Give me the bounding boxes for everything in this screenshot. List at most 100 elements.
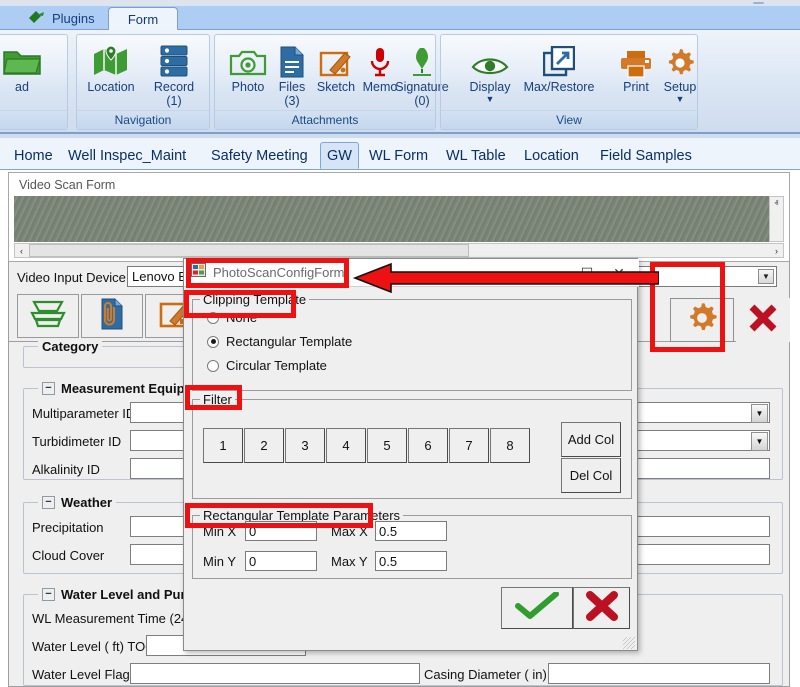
category-label: Category — [42, 339, 98, 354]
chevron-down-icon[interactable]: ▼ — [486, 95, 495, 103]
filter-button-6[interactable]: 6 — [408, 428, 448, 463]
dialog-window-buttons: — ☐ ✕ — [539, 259, 635, 287]
filter-button-1[interactable]: 1 — [203, 428, 243, 463]
max-x-input[interactable]: 0.5 — [375, 521, 447, 541]
close-scan-button[interactable] — [736, 298, 790, 342]
ribbon-item-print-label: Print — [623, 80, 649, 94]
ribbon-group-left-title — [0, 110, 67, 129]
filter-button-5[interactable]: 5 — [367, 428, 407, 463]
ribbon-tab-form-label: Form — [128, 12, 158, 27]
collapse-icon[interactable]: − — [42, 588, 55, 601]
scrollbar-thumb[interactable] — [29, 244, 469, 257]
ribbon-item-load-label: ad — [15, 80, 29, 94]
dialog-title: PhotoScanConfigForm — [213, 265, 345, 280]
maximize-button[interactable]: ☐ — [571, 259, 603, 287]
ribbon-group-attachments-title: Attachments — [215, 110, 435, 129]
ribbon-item-record-label: Record — [154, 80, 194, 94]
scanner-button[interactable] — [17, 294, 79, 338]
ribbon-tab-form[interactable]: Form — [108, 7, 178, 30]
filter-button-2[interactable]: 2 — [244, 428, 284, 463]
radio-circle-selected-icon — [207, 336, 219, 348]
weather-title: Weather — [61, 495, 112, 510]
ribbon-item-setup[interactable]: Setup ▼ — [649, 38, 711, 112]
scroll-up-icon[interactable]: ⱏ — [770, 197, 783, 210]
sketch-icon — [319, 38, 353, 78]
filter-button-4[interactable]: 4 — [326, 428, 366, 463]
ribbon-item-location[interactable]: Location — [80, 38, 142, 112]
ribbon-tab-plugins-label: Plugins — [52, 11, 95, 26]
ribbon-group-navigation-title: Navigation — [77, 110, 209, 129]
casing-diameter-label: Casing Diameter ( in) — [424, 667, 547, 682]
chevron-down-icon[interactable]: ▼ — [676, 95, 685, 103]
casing-diameter-input[interactable] — [548, 663, 770, 684]
minimize-button[interactable]: — — [539, 259, 571, 287]
water-level-flag-input[interactable] — [130, 663, 420, 684]
ribbon-tab-plugins[interactable]: Plugins — [14, 7, 109, 30]
water-level-flag-label: Water Level Flag — [32, 667, 130, 682]
radio-circle-icon — [207, 360, 219, 372]
filter-button-3[interactable]: 3 — [285, 428, 325, 463]
folder-icon — [2, 38, 42, 78]
filter-group: Filter 1 2 3 4 5 6 7 8 Add Col Del Col — [192, 399, 632, 499]
setup-gear-button[interactable] — [670, 298, 734, 342]
ribbon-item-max-restore-label: Max/Restore — [524, 80, 595, 94]
add-col-button[interactable]: Add Col — [561, 422, 621, 457]
eye-icon — [471, 38, 509, 78]
dialog-titlebar[interactable]: PhotoScanConfigForm — ☐ ✕ — [184, 259, 639, 287]
collapse-icon[interactable]: − — [42, 382, 55, 395]
page-tab-wl-table-label: WL Table — [446, 148, 506, 164]
max-y-input[interactable]: 0.5 — [375, 551, 447, 571]
ribbon-item-display-label: Display — [470, 80, 511, 94]
radio-rectangular-template-label: Rectangular Template — [226, 334, 352, 349]
filter-button-8[interactable]: 8 — [490, 428, 530, 463]
vertical-scrollbar[interactable]: ⱏ ⱟ — [769, 196, 784, 242]
page-tab-wl-table[interactable]: WL Table — [440, 142, 512, 169]
filter-button-7[interactable]: 7 — [449, 428, 489, 463]
ribbon-item-load[interactable]: ad — [0, 38, 53, 112]
radio-circle-icon — [207, 312, 219, 324]
scroll-down-icon[interactable]: ⱟ — [770, 228, 783, 241]
min-x-input[interactable]: 0 — [245, 521, 317, 541]
page-tab-location[interactable]: Location — [518, 142, 585, 169]
dialog-cancel-button[interactable] — [573, 587, 630, 629]
del-col-button[interactable]: Del Col — [561, 458, 621, 493]
radio-circular-template-label: Circular Template — [226, 358, 327, 373]
water-level-toc-label: Water Level ( ft) TOC — [32, 639, 155, 654]
window-minimize-icon[interactable] — [753, 2, 764, 4]
turbidimeter-id-label: Turbidimeter ID — [32, 434, 121, 449]
wl-measurement-time-label: WL Measurement Time (24 hr) — [32, 611, 208, 626]
ribbon-item-max-restore[interactable]: Max/Restore — [513, 38, 605, 112]
plugin-icon — [28, 10, 45, 27]
radio-rectangular-template[interactable]: Rectangular Template — [207, 334, 352, 349]
scroll-left-icon[interactable]: ‹ — [15, 244, 28, 257]
min-y-input[interactable]: 0 — [245, 551, 317, 571]
ribbon-item-signature-count: (0) — [414, 94, 429, 108]
gear-icon — [686, 302, 718, 339]
ribbon-group-attachments: Photo Files (3) — [214, 34, 436, 130]
page-tab-gw[interactable]: GW — [320, 142, 359, 169]
map-pin-icon — [91, 38, 131, 78]
close-button[interactable]: ✕ — [603, 259, 635, 287]
weather-header[interactable]: − Weather — [38, 494, 116, 511]
scroll-right-icon[interactable]: › — [770, 244, 783, 257]
ribbon-item-display[interactable]: Display ▼ — [459, 38, 521, 112]
red-x-icon — [748, 303, 778, 338]
chevron-down-icon[interactable]: ▼ — [751, 432, 768, 451]
horizontal-scrollbar[interactable]: ‹ › — [14, 243, 784, 258]
page-tab-home-label: Home — [14, 148, 53, 164]
attach-file-button[interactable] — [81, 294, 143, 338]
page-tab-home[interactable]: Home — [8, 142, 59, 169]
page-tab-safety-meeting[interactable]: Safety Meeting — [205, 142, 314, 169]
page-tab-location-label: Location — [524, 148, 579, 164]
collapse-icon[interactable]: − — [42, 496, 55, 509]
page-tab-field-samples[interactable]: Field Samples — [594, 142, 698, 169]
page-tab-well-inspec-maint[interactable]: Well Inspec_Maint — [62, 142, 192, 169]
page-tab-wl-form[interactable]: WL Form — [363, 142, 434, 169]
radio-none[interactable]: None — [207, 310, 257, 325]
dialog-resize-grip[interactable] — [623, 637, 635, 649]
pen-icon — [408, 38, 436, 78]
radio-circular-template[interactable]: Circular Template — [207, 358, 327, 373]
dialog-ok-button[interactable] — [501, 587, 573, 629]
chevron-down-icon[interactable]: ▼ — [751, 404, 768, 423]
ribbon-item-record[interactable]: Record (1) — [143, 38, 205, 112]
